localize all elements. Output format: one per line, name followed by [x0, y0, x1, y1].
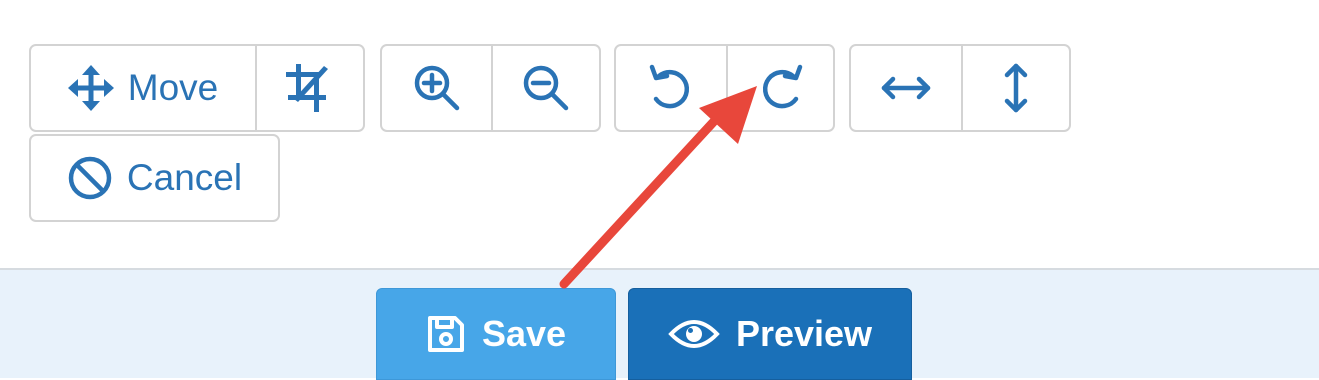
save-button[interactable]: Save [376, 288, 616, 380]
rotate-left-icon [649, 64, 690, 109]
zoom-in-button[interactable] [382, 46, 491, 130]
zoom-out-button[interactable] [491, 46, 599, 130]
move-crop-group: Move [29, 44, 365, 132]
rotate-left-button[interactable] [616, 46, 726, 130]
cancel-group: Cancel [29, 134, 280, 222]
save-label: Save [481, 313, 567, 354]
move-icon [67, 65, 114, 111]
crop-icon [286, 64, 328, 112]
eye-icon [668, 320, 720, 348]
zoom-out-icon [523, 65, 569, 111]
rotate-right-button[interactable] [726, 46, 833, 130]
move-button[interactable]: Move [31, 46, 255, 130]
move-label: Move [127, 67, 219, 108]
preview-label: Preview [735, 313, 873, 354]
zoom-group [380, 44, 601, 132]
flip-horizontal-icon [881, 76, 931, 100]
flip-horizontal-button[interactable] [851, 46, 961, 130]
rotate-right-icon [762, 64, 802, 109]
flip-group [849, 44, 1071, 132]
rotate-group [614, 44, 835, 132]
zoom-in-icon [414, 65, 459, 111]
crop-button[interactable] [255, 46, 363, 130]
cancel-icon [68, 156, 112, 200]
flip-vertical-button[interactable] [961, 46, 1069, 130]
floppy-disk-icon [427, 316, 464, 352]
action-bar: Save Preview [0, 268, 1319, 380]
preview-button[interactable]: Preview [628, 288, 912, 380]
cancel-label: Cancel [126, 157, 243, 198]
cancel-button[interactable]: Cancel [31, 136, 278, 220]
flip-vertical-icon [1004, 63, 1028, 113]
